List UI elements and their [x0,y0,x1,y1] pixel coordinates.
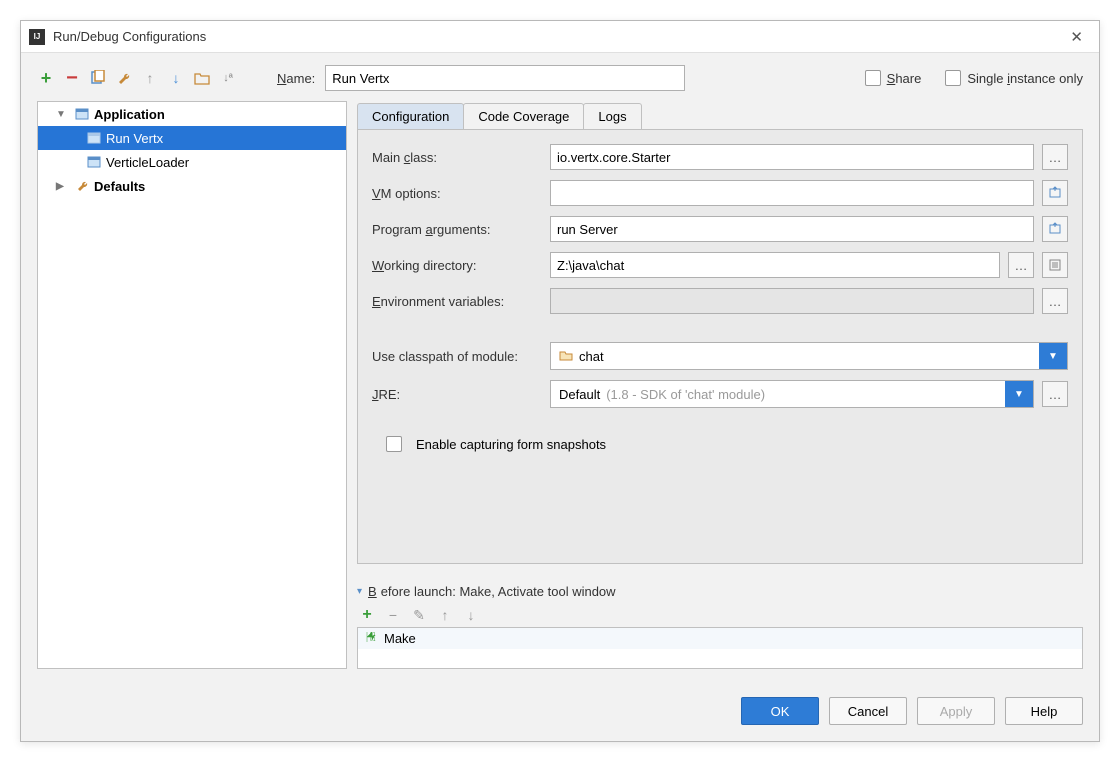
vm-options-input[interactable] [550,180,1034,206]
make-icon: 0101 [364,630,378,647]
jre-label: JRE: [372,387,542,402]
enable-snapshots-checkbox[interactable] [386,436,402,452]
share-label: Share [887,71,922,86]
help-button[interactable]: Help [1005,697,1083,725]
chevron-down-icon: ▼ [1005,381,1033,407]
config-toolbar: + − ↑ ↓ ↓ª [37,65,237,91]
expand-vm-options-button[interactable] [1042,180,1068,206]
working-dir-list-button[interactable] [1042,252,1068,278]
single-instance-label: Single instance only [967,71,1083,86]
classpath-dropdown[interactable]: chat ▼ [550,342,1068,370]
dialog-title: Run/Debug Configurations [53,29,1062,44]
browse-env-vars-button[interactable]: … [1042,288,1068,314]
env-vars-label: Environment variables: [372,294,542,309]
working-dir-label: Working directory: [372,258,542,273]
remove-config-button[interactable]: − [63,69,81,87]
name-label: Name: [277,71,315,86]
working-dir-input[interactable] [550,252,1000,278]
name-input[interactable] [325,65,685,91]
cancel-button[interactable]: Cancel [829,697,907,725]
before-launch-header[interactable]: Before launch: Make, Activate tool windo… [357,584,1083,599]
apply-button[interactable]: Apply [917,697,995,725]
add-config-button[interactable]: + [37,69,55,87]
browse-working-dir-button[interactable]: … [1008,252,1034,278]
run-debug-dialog: Run/Debug Configurations ✕ + − ↑ ↓ ↓ª [20,20,1100,742]
sort-button[interactable]: ↓ª [219,69,237,87]
share-checkbox[interactable] [865,70,881,86]
module-icon [559,348,573,365]
dialog-buttons: OK Cancel Apply Help [21,681,1099,741]
browse-jre-button[interactable]: … [1042,381,1068,407]
tree-node-defaults[interactable]: ▶ Defaults [38,174,346,198]
move-up-button[interactable]: ↑ [141,69,159,87]
run-config-icon [86,154,102,170]
copy-config-button[interactable] [89,69,107,87]
main-class-input[interactable] [550,144,1034,170]
ok-button[interactable]: OK [741,697,819,725]
edit-defaults-button[interactable] [115,69,133,87]
tree-node-application[interactable]: ▼ Application [38,102,346,126]
tab-code-coverage[interactable]: Code Coverage [463,103,584,129]
svg-text:01: 01 [370,637,376,643]
application-icon [74,106,90,122]
config-tree[interactable]: ▼ Application Run Vertx Verti [37,101,347,669]
chevron-down-icon: ▼ [1039,343,1067,369]
bl-add-button[interactable]: + [359,607,375,623]
bl-edit-button[interactable]: ✎ [411,607,427,623]
titlebar: Run/Debug Configurations ✕ [21,21,1099,53]
bl-up-button[interactable]: ↑ [437,607,453,623]
configuration-form: Main class: … VM options: Program argume… [357,129,1083,564]
bl-down-button[interactable]: ↓ [463,607,479,623]
tree-node-run-vertx[interactable]: Run Vertx [38,126,346,150]
browse-main-class-button[interactable]: … [1042,144,1068,170]
main-class-label: Main class: [372,150,542,165]
bl-remove-button[interactable]: − [385,607,401,623]
run-config-icon [86,130,102,146]
vm-options-label: VM options: [372,186,542,201]
before-launch-list[interactable]: 0101 Make [357,627,1083,669]
close-icon[interactable]: ✕ [1062,24,1091,50]
wrench-icon [74,178,90,194]
move-down-button[interactable]: ↓ [167,69,185,87]
bl-item-make[interactable]: 0101 Make [358,628,1082,649]
tab-logs[interactable]: Logs [583,103,641,129]
tab-configuration[interactable]: Configuration [357,103,464,129]
classpath-label: Use classpath of module: [372,349,542,364]
env-vars-input[interactable] [550,288,1034,314]
config-tabs: Configuration Code Coverage Logs [357,101,1083,129]
enable-snapshots-label: Enable capturing form snapshots [416,437,606,452]
tree-node-verticle-loader[interactable]: VerticleLoader [38,150,346,174]
folder-button[interactable] [193,69,211,87]
expand-program-args-button[interactable] [1042,216,1068,242]
single-instance-checkbox[interactable] [945,70,961,86]
program-args-label: Program arguments: [372,222,542,237]
program-args-input[interactable] [550,216,1034,242]
jre-dropdown[interactable]: Default (1.8 - SDK of 'chat' module) ▼ [550,380,1034,408]
intellij-icon [29,29,45,45]
